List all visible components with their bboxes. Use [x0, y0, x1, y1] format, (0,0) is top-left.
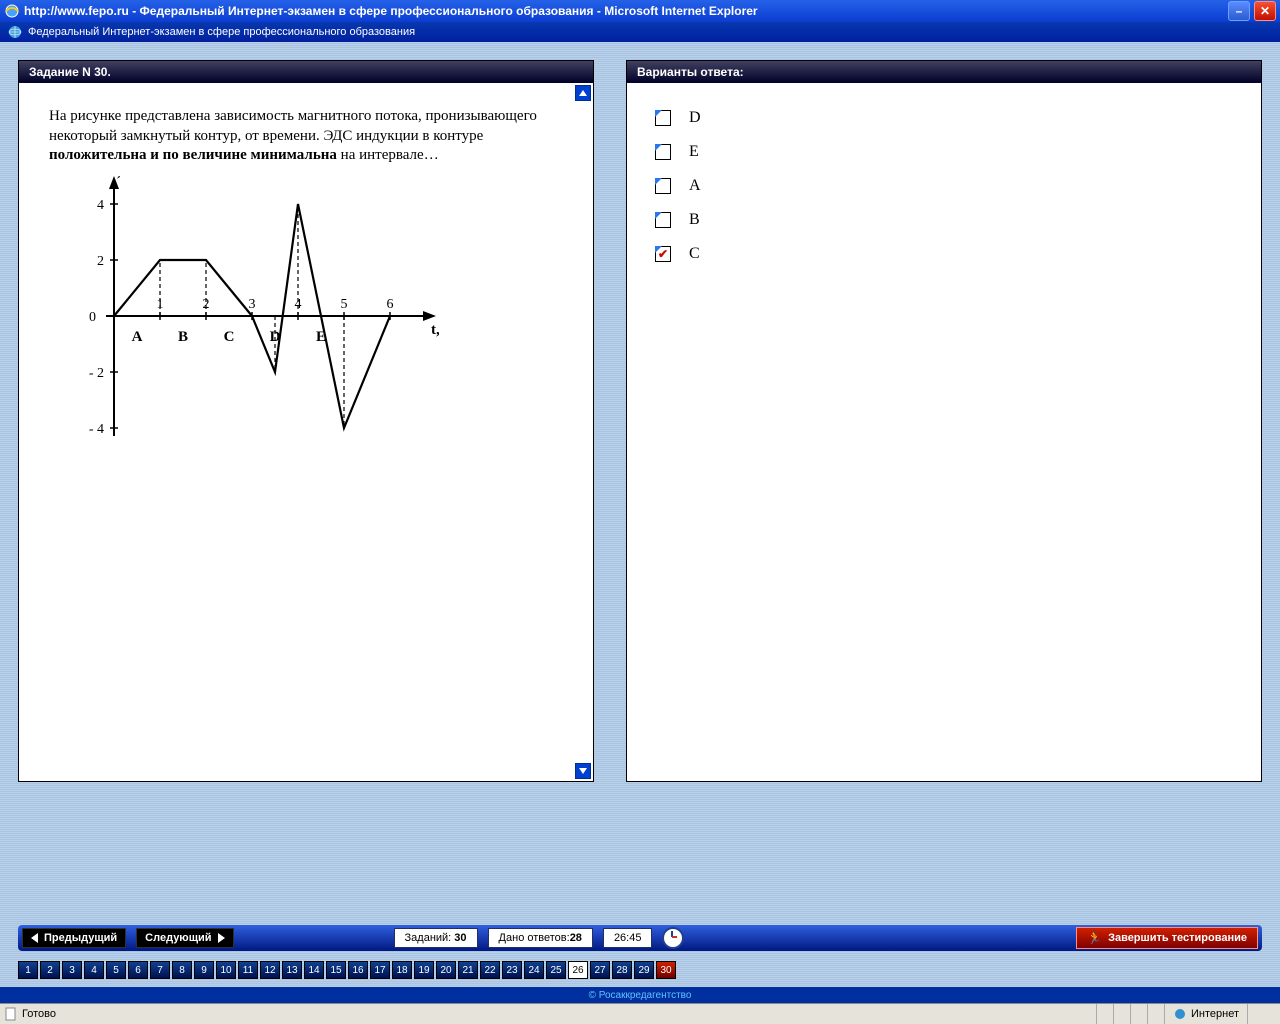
answer-label: B — [689, 211, 700, 229]
question-number-15[interactable]: 15 — [326, 961, 346, 979]
answer-checkbox[interactable] — [655, 144, 671, 160]
question-number-16[interactable]: 16 — [348, 961, 368, 979]
answer-checkbox[interactable] — [655, 110, 671, 126]
question-number-11[interactable]: 11 — [238, 961, 258, 979]
internet-zone-icon — [1173, 1007, 1187, 1021]
footer-copyright: © Росаккредагентство — [0, 987, 1280, 1003]
question-number-13[interactable]: 13 — [282, 961, 302, 979]
svg-text:E: E — [316, 329, 326, 345]
svg-text:t, с: t, с — [431, 322, 439, 338]
ie-icon — [4, 3, 20, 19]
answer-label: C — [689, 245, 700, 263]
answer-option[interactable]: B — [655, 203, 1233, 237]
svg-text:- 4: - 4 — [89, 422, 104, 436]
status-zone: Интернет — [1191, 1008, 1239, 1020]
question-number-17[interactable]: 17 — [370, 961, 390, 979]
clock-icon — [662, 927, 684, 949]
answered-count: Дано ответов:28 — [488, 928, 593, 948]
statusbar: Готово Интернет — [0, 1003, 1280, 1024]
question-number-5[interactable]: 5 — [106, 961, 126, 979]
finish-button[interactable]: 🏃Завершить тестирование — [1076, 927, 1258, 949]
question-text: На рисунке представлена зависимость магн… — [19, 83, 593, 176]
scroll-up-button[interactable] — [575, 85, 591, 101]
svg-text:4: 4 — [97, 198, 104, 213]
answer-label: E — [689, 143, 699, 161]
running-icon: 🏃 — [1087, 931, 1102, 945]
svg-text:0: 0 — [89, 310, 96, 325]
question-number-3[interactable]: 3 — [62, 961, 82, 979]
svg-text:Ф, Вб: Ф, Вб — [104, 176, 142, 180]
question-number-18[interactable]: 18 — [392, 961, 412, 979]
question-number-26[interactable]: 26 — [568, 961, 588, 979]
question-number-14[interactable]: 14 — [304, 961, 324, 979]
prev-button[interactable]: Предыдущий — [22, 928, 126, 948]
question-number-strip: 1234567891011121314151617181920212223242… — [18, 961, 1262, 979]
globe-icon — [8, 25, 22, 39]
svg-text:B: B — [178, 329, 188, 345]
svg-text:D: D — [270, 329, 281, 345]
minimize-button[interactable]: – — [1228, 1, 1250, 21]
question-number-28[interactable]: 28 — [612, 961, 632, 979]
question-number-25[interactable]: 25 — [546, 961, 566, 979]
answer-checkbox[interactable] — [655, 246, 671, 262]
scroll-down-button[interactable] — [575, 763, 591, 779]
answers-panel: Варианты ответа: DEABC — [626, 60, 1262, 782]
question-number-29[interactable]: 29 — [634, 961, 654, 979]
svg-text:5: 5 — [341, 297, 348, 312]
close-button[interactable]: ✕ — [1254, 1, 1276, 21]
question-number-4[interactable]: 4 — [84, 961, 104, 979]
svg-text:3: 3 — [249, 297, 256, 312]
question-number-19[interactable]: 19 — [414, 961, 434, 979]
question-number-23[interactable]: 23 — [502, 961, 522, 979]
answer-label: A — [689, 177, 701, 195]
svg-text:- 2: - 2 — [89, 366, 104, 381]
question-number-12[interactable]: 12 — [260, 961, 280, 979]
answer-label: D — [689, 109, 701, 127]
answer-option[interactable]: A — [655, 169, 1233, 203]
svg-text:C: C — [224, 329, 235, 345]
svg-text:A: A — [132, 329, 143, 345]
question-number-10[interactable]: 10 — [216, 961, 236, 979]
question-graph: Ф, Вбt, с- 4- 224123456ABCDE0 — [19, 176, 593, 439]
page-subtitle-bar: Федеральный Интернет-экзамен в сфере про… — [0, 22, 1280, 42]
answer-option[interactable]: C — [655, 237, 1233, 271]
status-ready: Готово — [22, 1008, 56, 1020]
question-panel: Задание N 30. На рисунке представлена за… — [18, 60, 594, 782]
answer-checkbox[interactable] — [655, 178, 671, 194]
question-number-30[interactable]: 30 — [656, 961, 676, 979]
answer-checkbox[interactable] — [655, 212, 671, 228]
question-number-27[interactable]: 27 — [590, 961, 610, 979]
question-number-7[interactable]: 7 — [150, 961, 170, 979]
timer: 26:45 — [603, 928, 653, 948]
question-number-8[interactable]: 8 — [172, 961, 192, 979]
triangle-left-icon — [31, 933, 38, 943]
page-subtitle: Федеральный Интернет-экзамен в сфере про… — [28, 26, 415, 38]
question-number-21[interactable]: 21 — [458, 961, 478, 979]
next-button[interactable]: Следующий — [136, 928, 233, 948]
question-number-2[interactable]: 2 — [40, 961, 60, 979]
question-number-22[interactable]: 22 — [480, 961, 500, 979]
triangle-right-icon — [218, 933, 225, 943]
question-number-24[interactable]: 24 — [524, 961, 544, 979]
svg-text:6: 6 — [387, 297, 394, 312]
answers-panel-title: Варианты ответа: — [627, 61, 1261, 83]
page-icon — [4, 1007, 18, 1021]
answer-option[interactable]: E — [655, 135, 1233, 169]
window-title: http://www.fepo.ru - Федеральный Интерне… — [24, 4, 1224, 18]
titlebar: http://www.fepo.ru - Федеральный Интерне… — [0, 0, 1280, 22]
question-number-1[interactable]: 1 — [18, 961, 38, 979]
svg-text:2: 2 — [97, 254, 104, 269]
tasks-count: Заданий: 30 — [394, 928, 478, 948]
question-number-20[interactable]: 20 — [436, 961, 456, 979]
question-number-6[interactable]: 6 — [128, 961, 148, 979]
nav-bar: Предыдущий Следующий Заданий: 30 Дано от… — [18, 925, 1262, 951]
answer-option[interactable]: D — [655, 101, 1233, 135]
question-number-9[interactable]: 9 — [194, 961, 214, 979]
question-panel-title: Задание N 30. — [19, 61, 593, 83]
